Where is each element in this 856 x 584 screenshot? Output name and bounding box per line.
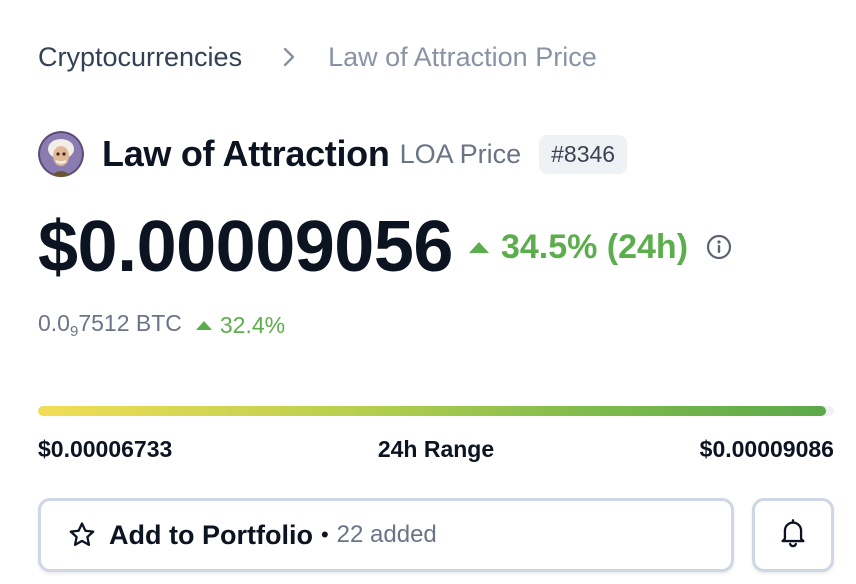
price-change-value: 34.5% (24h) [500, 227, 689, 266]
coin-symbol: LOA Price [399, 138, 522, 169]
star-icon [67, 520, 97, 550]
coin-logo [38, 131, 84, 177]
breadcrumb: Cryptocurrencies Law of Attraction Price [38, 40, 597, 74]
btc-change: 32.4% [195, 311, 286, 339]
info-icon[interactable] [706, 234, 732, 260]
coin-price-page: Cryptocurrencies Law of Attraction Price… [0, 0, 856, 584]
breadcrumb-current: Law of Attraction Price [328, 41, 597, 72]
rank-badge: #8346 [539, 134, 628, 174]
coin-name: Law of Attraction [102, 133, 390, 174]
added-count: 22 added [336, 521, 437, 548]
price-row: $0.00009056 34.5% (24h) [38, 204, 732, 290]
range-labels: $0.00006733 24h Range $0.00009086 [38, 434, 834, 464]
btc-change-value: 32.4% [219, 311, 286, 338]
price-change-24h: 34.5% (24h) [468, 227, 689, 267]
caret-up-icon [195, 320, 212, 330]
add-to-portfolio-button[interactable]: Add to Portfolio • 22 added [38, 498, 734, 572]
chevron-right-icon [282, 46, 296, 68]
price-alert-button[interactable] [752, 498, 834, 572]
btc-price-row: 0.097512 BTC 32.4% [38, 310, 285, 340]
breadcrumb-cryptocurrencies-link[interactable]: Cryptocurrencies [38, 42, 242, 73]
caret-up-icon [468, 241, 489, 253]
range-low: $0.00006733 [38, 435, 173, 462]
coin-header: Law of Attraction LOA Price #8346 [38, 130, 628, 178]
btc-price: 0.097512 BTC [38, 310, 182, 340]
portfolio-label: Add to Portfolio [109, 519, 313, 550]
range-bar [38, 406, 834, 416]
bell-icon [779, 518, 807, 553]
range-high: $0.00009086 [699, 435, 834, 462]
range-label: 24h Range [377, 435, 495, 462]
range-bar-fill [38, 406, 827, 416]
separator-dot: • [320, 522, 329, 547]
current-price: $0.00009056 [38, 207, 453, 287]
